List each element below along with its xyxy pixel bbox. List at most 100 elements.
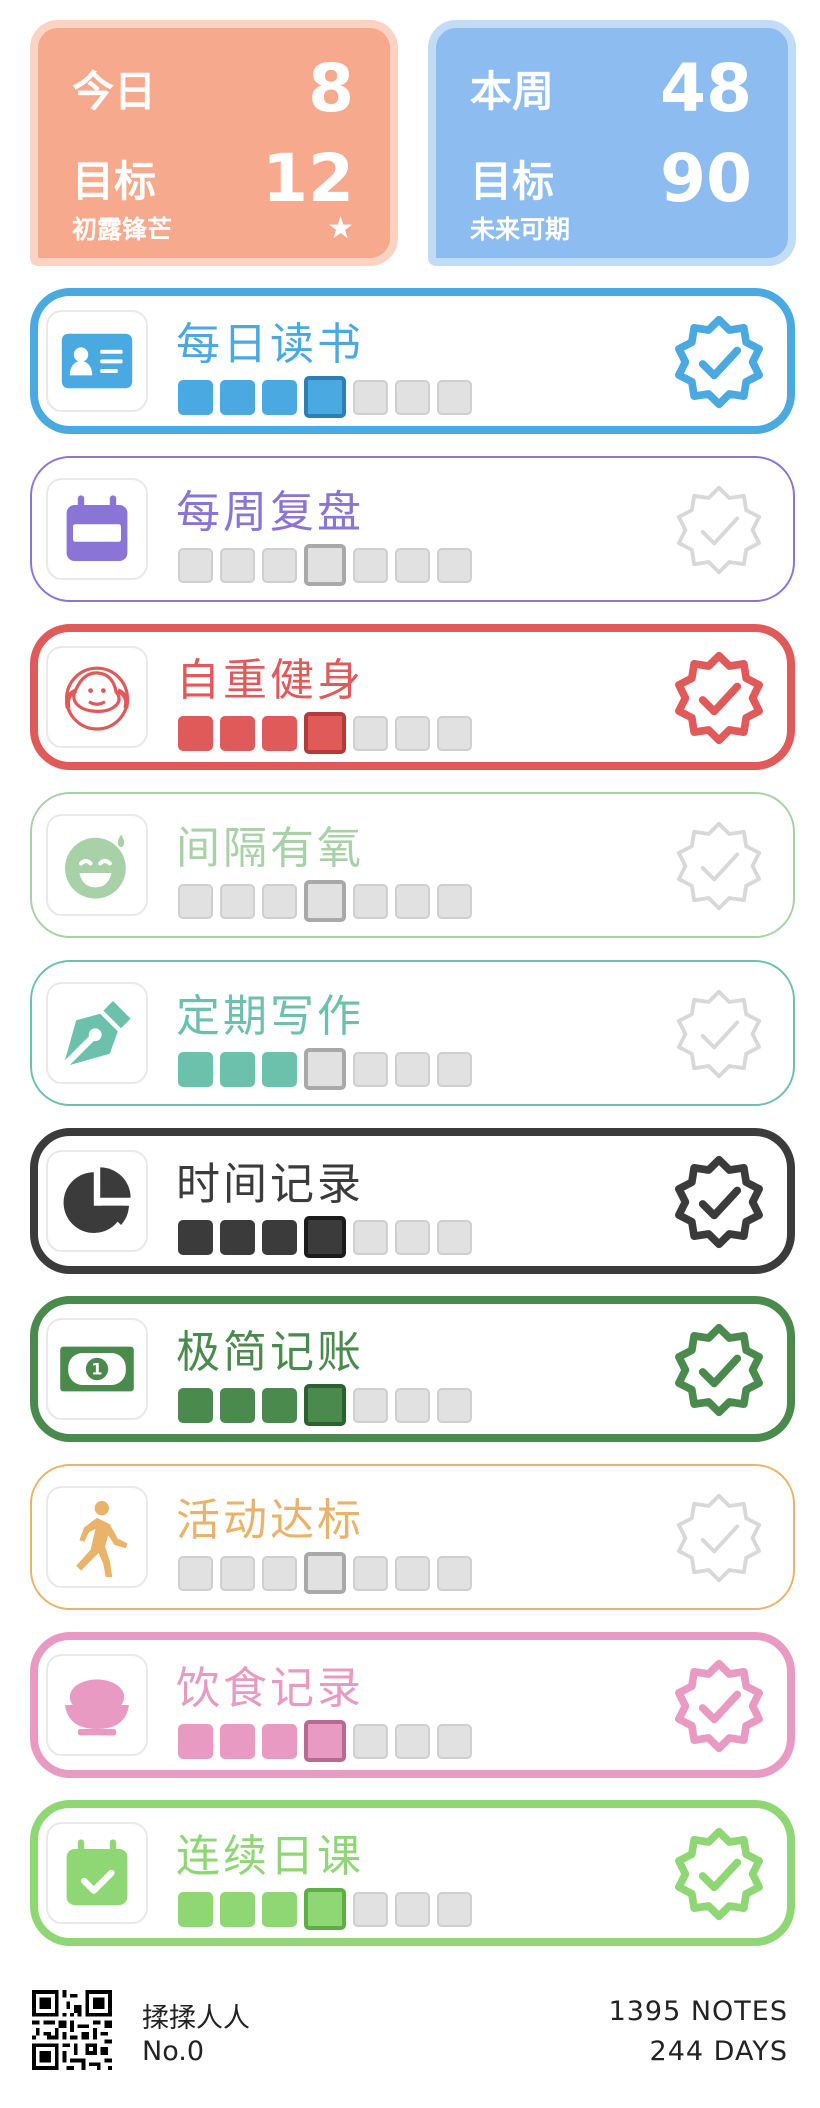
check-badge-icon[interactable] (671, 1322, 767, 1418)
habit-card[interactable]: 活动达标 (30, 1464, 795, 1610)
check-badge-empty-icon[interactable] (671, 1490, 767, 1586)
progress-cell (178, 547, 213, 583)
habit-card[interactable]: 自重健身 (30, 624, 795, 770)
progress-cell (395, 1051, 430, 1087)
progress-cell (353, 1723, 388, 1759)
progress-cell (437, 1219, 472, 1255)
today-progress-cell (304, 1888, 346, 1930)
pie-chart-icon (46, 1150, 148, 1252)
habit-list: 每日读书每周复盘自重健身间隔有氧定期写作时间记录 1 极简记账活动达标饮食记录连续日… (30, 288, 795, 1968)
week-progress (178, 712, 472, 754)
progress-cell (262, 715, 297, 751)
today-progress-cell (304, 1048, 346, 1090)
progress-cell (353, 1387, 388, 1423)
progress-cell (437, 1891, 472, 1927)
pen-nib-icon (46, 982, 148, 1084)
check-badge-icon[interactable] (671, 1658, 767, 1754)
habit-title: 极简记账 (176, 1327, 364, 1378)
muscle-mascot-icon (46, 646, 148, 748)
check-badge-icon[interactable] (671, 650, 767, 746)
calendar-icon (46, 478, 148, 580)
week-goal-label: 目标 (470, 157, 555, 206)
week-progress (178, 880, 472, 922)
week-value: 48 (660, 50, 752, 127)
habit-card[interactable]: 每周复盘 (30, 456, 795, 602)
progress-cell (353, 715, 388, 751)
check-badge-icon[interactable] (671, 1154, 767, 1250)
habit-card[interactable]: 间隔有氧 (30, 792, 795, 938)
notes-count: 1395 NOTES (608, 1996, 788, 2027)
habit-title: 间隔有氧 (176, 823, 364, 874)
progress-cell (178, 1051, 213, 1087)
habit-card[interactable]: 时间记录 (30, 1128, 795, 1274)
progress-cell (395, 1219, 430, 1255)
progress-cell (178, 379, 213, 415)
progress-cell (220, 1387, 255, 1423)
progress-cell (437, 379, 472, 415)
week-progress (178, 1720, 472, 1762)
progress-cell (220, 547, 255, 583)
check-badge-icon[interactable] (671, 1826, 767, 1922)
today-value: 8 (308, 50, 354, 127)
week-progress (178, 544, 472, 586)
progress-cell (437, 1555, 472, 1591)
progress-cell (437, 1387, 472, 1423)
progress-cell (262, 379, 297, 415)
progress-cell (395, 547, 430, 583)
author-number: No.0 (142, 2036, 205, 2067)
habit-title: 连续日课 (176, 1831, 364, 1882)
progress-cell (178, 1555, 213, 1591)
progress-cell (353, 547, 388, 583)
progress-cell (262, 1387, 297, 1423)
progress-cell (262, 1723, 297, 1759)
week-motto: 未来可期 (470, 215, 571, 244)
week-label: 本周 (470, 67, 555, 116)
sweat-smile-icon (46, 814, 148, 916)
progress-cell (220, 1051, 255, 1087)
progress-cell (395, 379, 430, 415)
habit-card[interactable]: 定期写作 (30, 960, 795, 1106)
progress-cell (353, 1555, 388, 1591)
qr-code-icon[interactable] (32, 1990, 112, 2070)
progress-cell (178, 1723, 213, 1759)
check-badge-icon[interactable] (671, 314, 767, 410)
week-progress (178, 1048, 472, 1090)
week-row: 本周 48 (470, 50, 752, 127)
habit-card[interactable]: 1 极简记账 (30, 1296, 795, 1442)
progress-cell (353, 1051, 388, 1087)
week-stats-card: 本周 48 目标 90 未来可期 (428, 20, 796, 266)
today-progress-cell (304, 1720, 346, 1762)
habit-title: 饮食记录 (176, 1663, 364, 1714)
progress-cell (178, 715, 213, 751)
check-badge-empty-icon[interactable] (671, 986, 767, 1082)
progress-cell (437, 1051, 472, 1087)
progress-cell (437, 547, 472, 583)
week-goal-value: 90 (660, 140, 752, 217)
progress-cell (353, 883, 388, 919)
today-row: 今日 8 (72, 50, 354, 127)
progress-cell (353, 1219, 388, 1255)
progress-cell (353, 1891, 388, 1927)
progress-cell (220, 715, 255, 751)
habit-card[interactable]: 饮食记录 (30, 1632, 795, 1778)
progress-cell (437, 1723, 472, 1759)
progress-cell (178, 1891, 213, 1927)
star-icon: ★ (327, 210, 354, 246)
check-badge-empty-icon[interactable] (671, 818, 767, 914)
progress-cell (262, 883, 297, 919)
today-stats-card: 今日 8 目标 12 初露锋芒 ★ (30, 20, 398, 266)
week-progress (178, 376, 472, 418)
today-label: 今日 (72, 67, 157, 116)
habit-card[interactable]: 连续日课 (30, 1800, 795, 1946)
today-motto: 初露锋芒 (72, 215, 173, 244)
check-badge-empty-icon[interactable] (671, 482, 767, 578)
progress-cell (178, 1219, 213, 1255)
progress-cell (262, 1219, 297, 1255)
footer: 揉揉人人 No.0 1395 NOTES 244 DAYS (32, 1990, 788, 2074)
habit-card[interactable]: 每日读书 (30, 288, 795, 434)
today-goal-row: 目标 12 (72, 140, 354, 217)
today-progress-cell (304, 1552, 346, 1594)
progress-cell (395, 1387, 430, 1423)
today-progress-cell (304, 1384, 346, 1426)
week-goal-row: 目标 90 (470, 140, 752, 217)
